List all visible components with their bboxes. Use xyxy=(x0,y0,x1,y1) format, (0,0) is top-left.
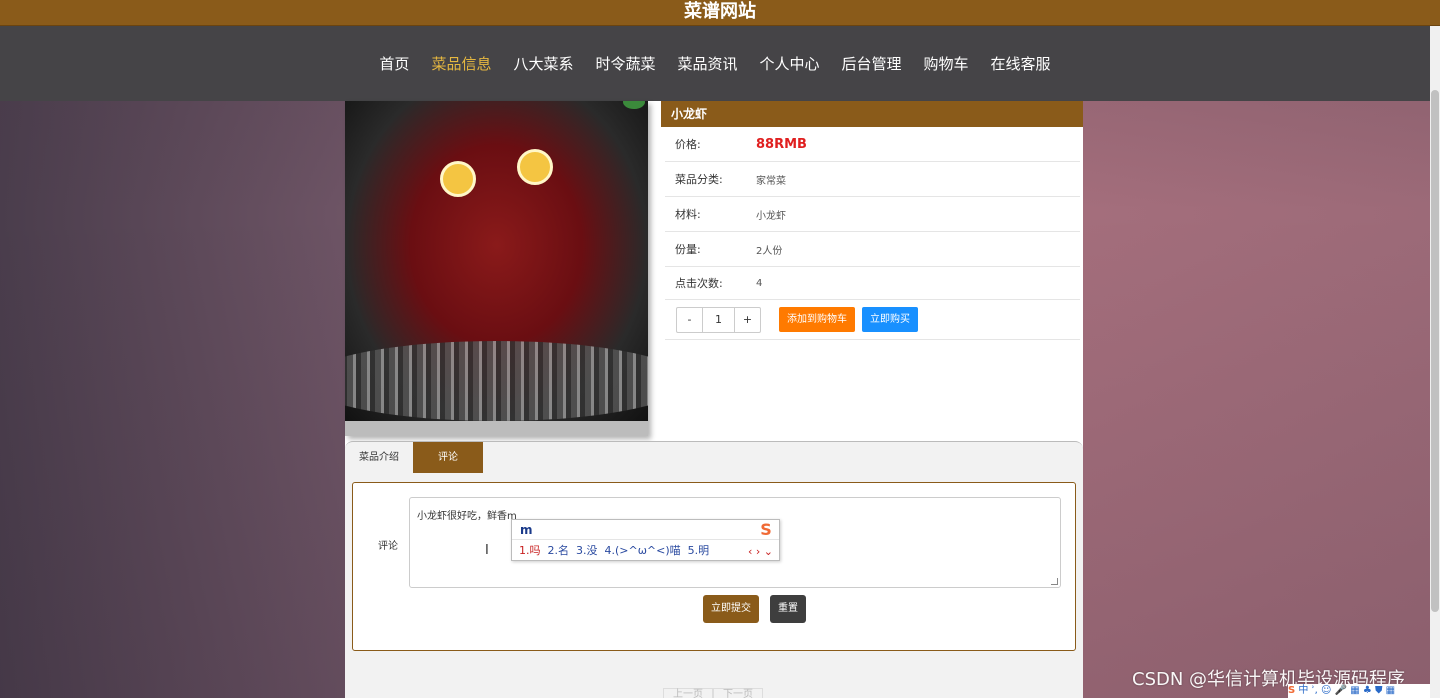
comment-label: 评论 xyxy=(378,541,398,552)
ime-candidate[interactable]: 2.名 xyxy=(548,544,570,557)
price-row: 价格: 88RMB xyxy=(665,127,1080,162)
ime-candidate[interactable]: 3.没 xyxy=(576,544,598,557)
main-nav: 首页 菜品信息 八大菜系 时令蔬菜 菜品资讯 个人中心 后台管理 购物车 在线客… xyxy=(0,26,1430,101)
nav-item-admin[interactable]: 后台管理 xyxy=(831,49,913,79)
scrollbar-thumb[interactable] xyxy=(1431,90,1439,612)
text-cursor-icon: I xyxy=(485,543,489,558)
clicks-label: 点击次数: xyxy=(675,277,723,290)
ime-toolbar: S 中 ʾ, ☺ 🎤 ▦ ♣ ⛊ ▦ xyxy=(1288,684,1430,698)
comment-form: 评论 小龙虾很好吃，鲜香m m S 1.吗 2.名 3.没 4.(>^ω^<)喵… xyxy=(352,482,1076,651)
plate-rim xyxy=(345,341,648,421)
dish-photo xyxy=(345,101,648,436)
main-content: 小龙虾 价格: 88RMB 菜品分类: 家常菜 材料: 小龙虾 份量: 2人份 … xyxy=(345,101,1083,698)
ingredients-label: 材料: xyxy=(675,208,701,221)
ingredients-value: 小龙虾 xyxy=(756,210,786,222)
sogou-logo-icon: S xyxy=(760,520,772,539)
comment-text: 小龙虾很好吃，鲜香m xyxy=(417,511,517,522)
dish-info-panel: 小龙虾 价格: 88RMB 菜品分类: 家常菜 材料: 小龙虾 份量: 2人份 … xyxy=(661,101,1083,340)
quantity-plus-button[interactable]: + xyxy=(735,308,760,332)
ime-candidate-popup: m S 1.吗 2.名 3.没 4.(>^ω^<)喵 5.明 ‹ › ⌄ xyxy=(511,519,780,561)
nav-item-cart[interactable]: 购物车 xyxy=(913,49,980,79)
pagination: 上一页 下一页 xyxy=(663,688,763,698)
nav-item-home[interactable]: 首页 xyxy=(368,49,420,79)
ime-page-nav-icon[interactable]: ‹ › ⌄ xyxy=(748,545,773,558)
category-value: 家常菜 xyxy=(756,175,786,187)
resize-handle-icon[interactable] xyxy=(1051,578,1058,585)
tab-comments[interactable]: 评论 xyxy=(413,442,483,473)
category-label: 菜品分类: xyxy=(675,173,723,186)
crayfish-image xyxy=(345,101,648,421)
tab-strip: 菜品介绍 评论 xyxy=(345,442,1083,473)
ime-candidate[interactable]: 4.(>^ω^<)喵 xyxy=(605,544,681,557)
next-page-button[interactable]: 下一页 xyxy=(713,688,763,698)
price-label: 价格: xyxy=(675,138,701,151)
portion-label: 份量: xyxy=(675,243,701,256)
nav-item-customer-service[interactable]: 在线客服 xyxy=(980,49,1062,79)
site-title: 菜谱网站 xyxy=(0,0,1440,26)
nav-item-dish-info[interactable]: 菜品信息 xyxy=(420,49,502,79)
ime-candidate[interactable]: 5.明 xyxy=(688,544,710,557)
nav-item-personal-center[interactable]: 个人中心 xyxy=(749,49,831,79)
purchase-actions: - 1 + 添加到购物车 立即购买 xyxy=(665,300,1080,340)
nav-item-seasonal-vegetables[interactable]: 时令蔬菜 xyxy=(584,49,666,79)
prev-page-button[interactable]: 上一页 xyxy=(663,688,713,698)
category-row: 菜品分类: 家常菜 xyxy=(665,162,1080,197)
ime-composition: m xyxy=(512,520,779,540)
tab-dish-intro[interactable]: 菜品介绍 xyxy=(345,442,413,473)
page-scrollbar[interactable] xyxy=(1430,26,1440,698)
clicks-row: 点击次数: 4 xyxy=(665,267,1080,300)
dish-name: 小龙虾 xyxy=(661,101,1083,127)
quantity-input[interactable]: 1 xyxy=(702,307,735,332)
ime-candidate[interactable]: 1.吗 xyxy=(519,544,541,557)
add-to-cart-button[interactable]: 添加到购物车 xyxy=(779,307,855,332)
clicks-value: 4 xyxy=(756,277,763,289)
buy-now-button[interactable]: 立即购买 xyxy=(862,307,918,332)
lemon-slice xyxy=(440,161,476,197)
ime-toolbar-icons[interactable]: 中 ʾ, ☺ 🎤 ▦ ♣ ⛊ ▦ xyxy=(1298,685,1395,696)
sogou-tray-icon[interactable]: S xyxy=(1288,685,1295,696)
submit-button[interactable]: 立即提交 xyxy=(703,595,759,623)
price-value: 88RMB xyxy=(756,136,807,152)
detail-tabs-panel: 菜品介绍 评论 评论 小龙虾很好吃，鲜香m m S 1.吗 2.名 3.没 4.… xyxy=(345,441,1083,698)
lemon-slice xyxy=(517,149,553,185)
reset-button[interactable]: 重置 xyxy=(770,595,806,623)
portion-value: 2人份 xyxy=(756,245,783,257)
nav-item-dish-news[interactable]: 菜品资讯 xyxy=(666,49,748,79)
ingredients-row: 材料: 小龙虾 xyxy=(665,197,1080,232)
portion-row: 份量: 2人份 xyxy=(665,232,1080,267)
quantity-stepper: - 1 + xyxy=(676,306,761,333)
nav-item-eight-cuisines[interactable]: 八大菜系 xyxy=(502,49,584,79)
quantity-minus-button[interactable]: - xyxy=(677,308,702,332)
ime-candidates: 1.吗 2.名 3.没 4.(>^ω^<)喵 5.明 xyxy=(512,540,779,561)
